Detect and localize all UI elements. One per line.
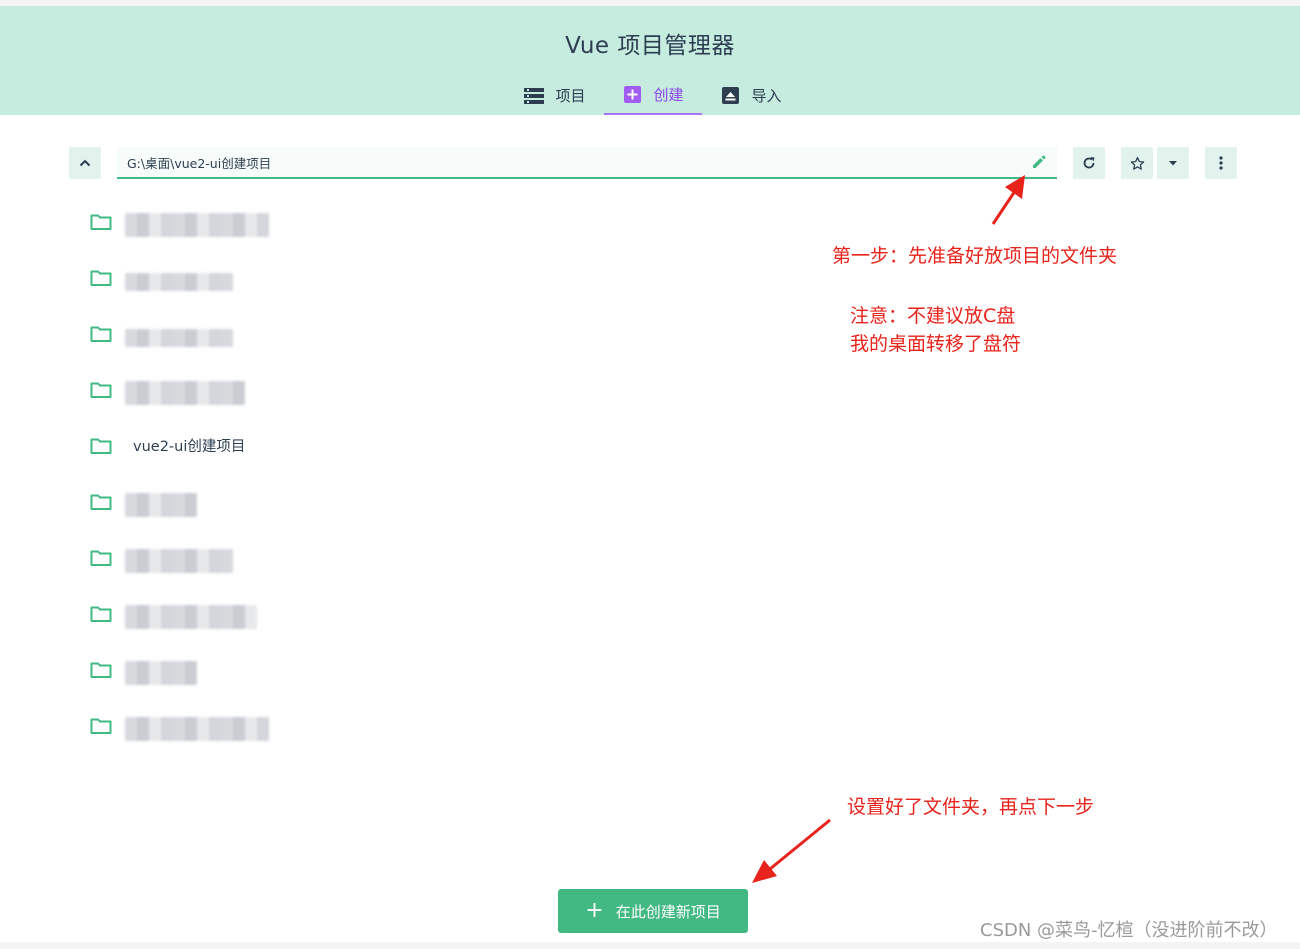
app-title: Vue 项目管理器: [565, 33, 735, 59]
parent-folder-button[interactable]: [69, 147, 101, 179]
folder-icon: [90, 718, 112, 734]
path-field[interactable]: [117, 147, 1057, 179]
refresh-button[interactable]: [1073, 147, 1105, 179]
watermark: CSDN @菜鸟-忆楦（没进阶前不改）: [980, 920, 1278, 941]
folder-name-redacted: [125, 493, 197, 517]
annotation-warning-line1: 注意：不建议放C盘: [850, 305, 1016, 327]
tab-import[interactable]: 导入: [706, 76, 796, 115]
folder-name-redacted: [125, 381, 245, 405]
folder-item[interactable]: [69, 195, 1239, 245]
folder-item[interactable]: [69, 531, 1239, 581]
tab-projects-label: 项目: [555, 87, 586, 105]
folder-icon: [90, 382, 112, 398]
nav-tabs: 项目 创建 导入: [0, 76, 1300, 115]
folder-name-redacted: [125, 605, 257, 629]
refresh-icon: [1083, 157, 1095, 169]
folder-item[interactable]: [69, 363, 1239, 413]
annotation-next-step: 设置好了文件夹，再点下一步: [847, 796, 1095, 818]
folder-name-redacted: [125, 717, 269, 741]
create-project-button[interactable]: + 在此创建新项目: [558, 889, 748, 933]
folder-name: vue2-ui创建项目: [133, 439, 246, 455]
plus-icon: +: [585, 898, 604, 923]
tab-create[interactable]: 创建: [604, 76, 702, 115]
caret-down-icon: [1169, 160, 1177, 165]
folder-icon: [90, 270, 112, 286]
bottom-strip: [0, 942, 1300, 949]
folder-item[interactable]: [69, 643, 1239, 693]
more-options-button[interactable]: [1205, 147, 1237, 179]
folder-name-redacted: [125, 329, 233, 347]
folder-item[interactable]: vue2-ui创建项目: [69, 419, 1239, 469]
upload-box-icon: [720, 87, 740, 105]
favorites-dropdown-button[interactable]: [1157, 147, 1189, 179]
tab-create-label: 创建: [653, 86, 684, 104]
annotation-step1: 第一步：先准备好放项目的文件夹: [832, 245, 1118, 267]
folder-icon: [90, 662, 112, 678]
list-icon: [524, 87, 545, 105]
star-icon: [1130, 156, 1144, 170]
app-header: Vue 项目管理器 项目 创建 导入: [0, 6, 1300, 115]
folder-icon: [90, 438, 112, 454]
arrow-to-create-button: [752, 818, 831, 883]
folder-name-redacted: [125, 213, 269, 237]
favorite-button[interactable]: [1121, 147, 1153, 179]
pencil-icon[interactable]: [1031, 154, 1047, 170]
folder-icon: [90, 550, 112, 566]
create-project-label: 在此创建新项目: [615, 902, 721, 921]
path-input[interactable]: [127, 147, 1007, 177]
folder-item[interactable]: [69, 307, 1239, 357]
more-vertical-icon: [1219, 156, 1223, 170]
folder-icon: [90, 494, 112, 510]
folder-icon: [90, 606, 112, 622]
folder-icon: [90, 214, 112, 230]
folder-icon: [90, 326, 112, 342]
folder-name-redacted: [125, 273, 233, 291]
folder-item[interactable]: [69, 587, 1239, 637]
chevron-up-icon: [79, 159, 91, 167]
annotation-warning-line2: 我的桌面转移了盘符: [850, 333, 1022, 355]
folder-name-redacted: [125, 549, 233, 573]
plus-box-icon: [622, 86, 642, 104]
folder-item[interactable]: [69, 475, 1239, 525]
tab-projects[interactable]: 项目: [510, 76, 600, 115]
tab-import-label: 导入: [751, 87, 782, 105]
folder-name-redacted: [125, 661, 197, 685]
folder-item[interactable]: [69, 699, 1239, 749]
